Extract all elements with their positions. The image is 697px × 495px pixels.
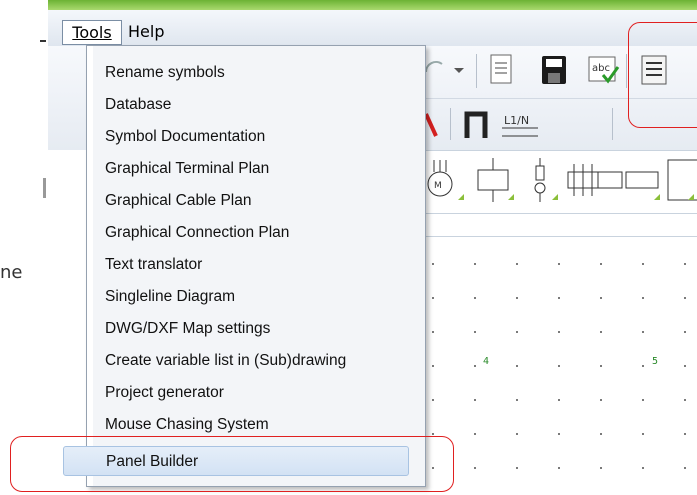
menu-item-rename-symbols[interactable]: Rename symbols (105, 58, 415, 88)
menu-item-graphical-connection-plan[interactable]: Graphical Connection Plan (105, 218, 415, 248)
motor-symbol-icon[interactable]: M (424, 156, 468, 206)
grid-dot (684, 399, 686, 401)
save-icon[interactable] (536, 50, 572, 90)
background-mark (40, 40, 46, 42)
menu-item-text-translator[interactable]: Text translator (105, 250, 415, 280)
grid-dot (432, 263, 434, 265)
grid-dot (600, 467, 602, 469)
grid-dot (600, 365, 602, 367)
toolbar-separator (612, 108, 613, 140)
background-text: ne (0, 262, 23, 283)
grid-dot (516, 331, 518, 333)
grid-dot (516, 399, 518, 401)
menu-help-label: Help (128, 22, 165, 41)
grid-dot (642, 365, 644, 367)
menu-help[interactable]: Help (128, 20, 178, 43)
delete-icon[interactable] (424, 106, 440, 142)
grid-dot (558, 467, 560, 469)
relay-symbol-icon[interactable] (472, 156, 518, 206)
grid-dot (558, 297, 560, 299)
highlight-toolbar-box (628, 22, 697, 128)
grid-dot (432, 399, 434, 401)
grid-dot (516, 433, 518, 435)
grid-dot (558, 331, 560, 333)
menu-item-singleline-diagram[interactable]: Singleline Diagram (105, 282, 415, 312)
grid-dot (684, 263, 686, 265)
grid-dot (642, 433, 644, 435)
grid-dot (600, 331, 602, 333)
grid-dot (684, 467, 686, 469)
grid-dot (600, 263, 602, 265)
grid-dot (684, 365, 686, 367)
grid-dot (558, 263, 560, 265)
box-symbol-icon[interactable] (624, 156, 664, 206)
l1n-text: L1/N (504, 114, 529, 127)
toolbar-separator (626, 54, 627, 88)
menu-item-project-generator[interactable]: Project generator (105, 378, 415, 408)
grid-dot (558, 365, 560, 367)
grid-dot (474, 467, 476, 469)
highlight-panel-builder-box (10, 436, 454, 492)
grid-dot (516, 467, 518, 469)
grid-dot (432, 433, 434, 435)
lamp-symbol-icon[interactable] (522, 156, 562, 206)
l1n-icon[interactable]: L1/N (500, 110, 540, 140)
grid-dot (600, 433, 602, 435)
grid-dot (558, 399, 560, 401)
grid-dot (600, 297, 602, 299)
spellcheck-text: abc (592, 63, 610, 74)
bridge-icon[interactable] (462, 108, 490, 142)
grid-dot (432, 331, 434, 333)
grid-dot (684, 433, 686, 435)
column-number: 5 (652, 356, 659, 367)
grid-dot (642, 467, 644, 469)
menu-item-graphical-terminal-plan[interactable]: Graphical Terminal Plan (105, 154, 415, 184)
grid-dot (474, 365, 476, 367)
toolbar-separator (450, 108, 451, 140)
spellcheck-icon[interactable]: abc (584, 50, 624, 90)
grid-dot (474, 263, 476, 265)
menu-item-create-variable-list-in-sub-drawing[interactable]: Create variable list in (Sub)drawing (105, 346, 415, 376)
grid-dot (684, 297, 686, 299)
document-icon[interactable] (484, 50, 520, 90)
menu-item-graphical-cable-plan[interactable]: Graphical Cable Plan (105, 186, 415, 216)
grid-dot (516, 297, 518, 299)
menu-item-symbol-documentation[interactable]: Symbol Documentation (105, 122, 415, 152)
menu-tools-label: Tools (72, 23, 112, 42)
grid-dot (642, 263, 644, 265)
grid-dot (684, 331, 686, 333)
grid-dot (516, 365, 518, 367)
tools-menu: Rename symbols Database Symbol Documentati… (63, 45, 426, 487)
grid-dot (474, 331, 476, 333)
grid-dot (474, 399, 476, 401)
cabinet-symbol-icon[interactable] (666, 156, 697, 206)
grid-dot (642, 297, 644, 299)
svg-text:M: M (434, 181, 442, 191)
grid-dot (642, 399, 644, 401)
terminals-symbol-icon[interactable] (564, 156, 624, 206)
column-number: 4 (483, 356, 490, 367)
grid-dot (642, 331, 644, 333)
undo-dropdown-icon[interactable] (424, 52, 474, 92)
grid-dot (474, 297, 476, 299)
grid-dot (432, 365, 434, 367)
toolbar-separator (476, 54, 477, 88)
grid-dot (474, 433, 476, 435)
background-mark (43, 178, 46, 198)
grid-dot (558, 433, 560, 435)
menu-item-dwg-dxf-map-settings[interactable]: DWG/DXF Map settings (105, 314, 415, 344)
grid-dot (432, 297, 434, 299)
title-strip (48, 0, 697, 10)
menu-gutter (87, 46, 93, 486)
menu-tools[interactable]: Tools (62, 20, 122, 45)
menu-item-database[interactable]: Database (105, 90, 415, 120)
grid-dot (600, 399, 602, 401)
grid-dot (516, 263, 518, 265)
